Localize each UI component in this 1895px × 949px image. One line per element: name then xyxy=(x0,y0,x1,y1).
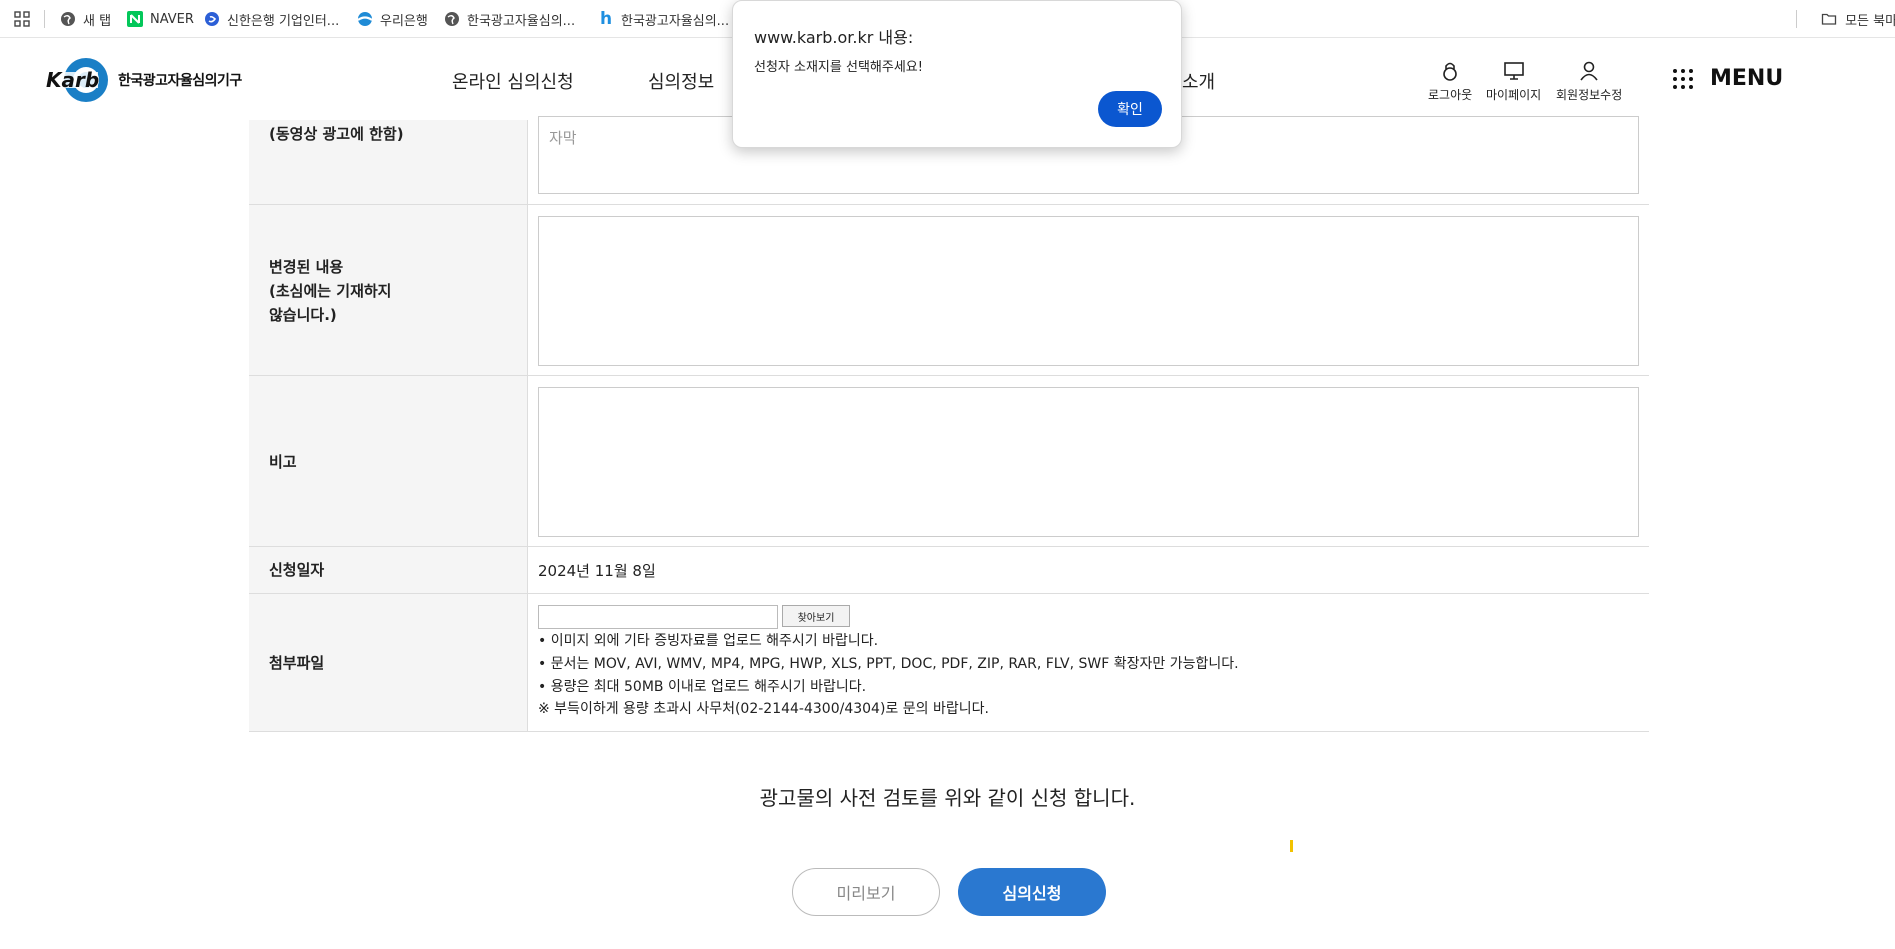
logout-link[interactable]: 로그아웃 xyxy=(1428,60,1472,103)
apps-grid-icon[interactable] xyxy=(14,11,30,27)
bookmark-naver[interactable]: NAVER xyxy=(127,8,194,30)
remarks-label: 비고 xyxy=(269,453,297,471)
karb-logo-mark: Karb xyxy=(46,56,110,104)
bookmark-label: 한국광고자율심의... xyxy=(467,13,576,29)
globe-icon xyxy=(61,12,75,26)
site-logo[interactable]: Karb 한국광고자율심의기구 xyxy=(46,56,242,104)
bookmarks-separator xyxy=(1796,10,1797,28)
bookmark-label: 한국광고자율심의... xyxy=(621,13,730,29)
row-label-cell: 변경된 내용 (초심에는 기재하지 않습니다.) xyxy=(249,205,528,375)
bookmark-karb-1[interactable]: 한국광고자율심의... xyxy=(444,8,575,30)
attachment-notice: • 문서는 MOV, AVI, WMV, MP4, MPG, HWP, XLS,… xyxy=(538,656,1239,672)
nav-introduction[interactable]: 소개 xyxy=(1182,68,1215,94)
bookmark-label: 새 탭 xyxy=(83,13,112,29)
bookmark-shinhan[interactable]: 신한은행 기업인터... xyxy=(204,8,339,30)
row-field-cell: 찾아보기 • 이미지 외에 기타 증빙자료를 업로드 해주시기 바랍니다. • … xyxy=(528,594,1649,731)
application-date-value: 2024년 11월 8일 xyxy=(538,562,656,580)
globe-icon xyxy=(445,12,459,26)
bookmark-woori[interactable]: 우리은행 xyxy=(357,8,428,30)
changed-content-label-2: (초심에는 기재하지 xyxy=(269,282,392,300)
form-row-attachment: 첨부파일 찾아보기 • 이미지 외에 기타 증빙자료를 업로드 해주시기 바랍니… xyxy=(249,594,1649,732)
logout-label: 로그아웃 xyxy=(1428,88,1473,102)
mypage-label: 마이페이지 xyxy=(1486,88,1542,102)
form-row-remarks: 비고 xyxy=(249,376,1649,547)
changed-content-label-3: 않습니다.) xyxy=(269,306,337,324)
bookmark-new-tab[interactable]: 새 탭 xyxy=(60,8,111,30)
edit-profile-link[interactable]: 회원정보수정 xyxy=(1556,60,1622,103)
dots-grid-icon xyxy=(1673,68,1693,89)
h-icon: h xyxy=(599,9,613,29)
submit-review-button[interactable]: 심의신청 xyxy=(958,868,1106,916)
application-date-label: 신청일자 xyxy=(269,561,325,579)
confirmation-text: 광고물의 사전 검토를 위와 같이 신청 합니다. xyxy=(759,786,1136,810)
browse-button[interactable]: 찾아보기 xyxy=(782,605,850,627)
naver-icon xyxy=(127,11,143,27)
woori-icon xyxy=(357,12,373,26)
lock-icon xyxy=(1443,62,1457,81)
logo-text: 한국광고자율심의기구 xyxy=(118,73,242,89)
bookmark-karb-2[interactable]: h 한국광고자율심의... xyxy=(598,8,729,30)
attachment-notice: • 용량은 최대 50MB 이내로 업로드 해주시기 바랍니다. xyxy=(538,679,867,695)
dialog-message: 선청자 소재지를 선택해주세요! xyxy=(754,60,923,75)
attachment-notice: • 이미지 외에 기타 증빙자료를 업로드 해주시기 바랍니다. xyxy=(538,633,879,649)
all-bookmarks[interactable]: 모든 북마크 xyxy=(1821,8,1895,30)
dialog-title: www.karb.or.kr 내용: xyxy=(754,28,914,47)
bookmark-label: 우리은행 xyxy=(380,13,428,29)
row-label-cell: (동영상 광고에 한함) xyxy=(249,120,528,204)
nav-online-application[interactable]: 온라인 심의신청 xyxy=(452,68,574,94)
row-label-cell: 신청일자 xyxy=(249,547,528,593)
changed-content-label-1: 변경된 내용 xyxy=(269,258,344,276)
row-label-cell: 비고 xyxy=(249,376,528,546)
remarks-textarea[interactable] xyxy=(538,387,1639,537)
row-field-cell xyxy=(528,205,1649,375)
bookmark-label: 신한은행 기업인터... xyxy=(227,13,340,29)
menu-button[interactable]: MENU xyxy=(1672,66,1783,91)
monitor-icon xyxy=(1503,62,1524,80)
edit-profile-label: 회원정보수정 xyxy=(1556,88,1623,102)
attachment-label: 첨부파일 xyxy=(269,654,325,672)
form-row-changed-content: 변경된 내용 (초심에는 기재하지 않습니다.) xyxy=(249,205,1649,376)
shinhan-icon xyxy=(205,12,219,26)
alert-dialog: www.karb.or.kr 내용: 선청자 소재지를 선택해주세요! 확인 xyxy=(732,0,1182,148)
file-path-input[interactable] xyxy=(538,605,778,629)
preview-button[interactable]: 미리보기 xyxy=(792,868,940,916)
form-row-application-date: 신청일자 2024년 11월 8일 xyxy=(249,547,1649,594)
logo-mark-text: Karb xyxy=(46,68,100,92)
subtitle-label: (동영상 광고에 한함) xyxy=(269,125,404,143)
user-icon xyxy=(1580,61,1598,81)
changed-content-textarea[interactable] xyxy=(538,216,1639,366)
mypage-link[interactable]: 마이페이지 xyxy=(1486,60,1541,103)
row-field-cell: 2024년 11월 8일 xyxy=(528,547,1649,593)
attachment-notice: ※ 부득이하게 용량 초과시 사무처(02-2144-4300/4304)로 문… xyxy=(538,701,989,717)
all-bookmarks-label: 모든 북마크 xyxy=(1845,13,1895,29)
dialog-ok-button[interactable]: 확인 xyxy=(1098,91,1162,127)
text-cursor-marker xyxy=(1290,840,1293,852)
row-label-cell: 첨부파일 xyxy=(249,594,528,731)
nav-review-info[interactable]: 심의정보 xyxy=(648,68,714,94)
row-field-cell xyxy=(528,376,1649,546)
bookmark-label: NAVER xyxy=(150,11,194,27)
menu-label: MENU xyxy=(1710,66,1784,91)
bookmarks-separator xyxy=(44,10,45,28)
folder-icon xyxy=(1821,13,1837,25)
